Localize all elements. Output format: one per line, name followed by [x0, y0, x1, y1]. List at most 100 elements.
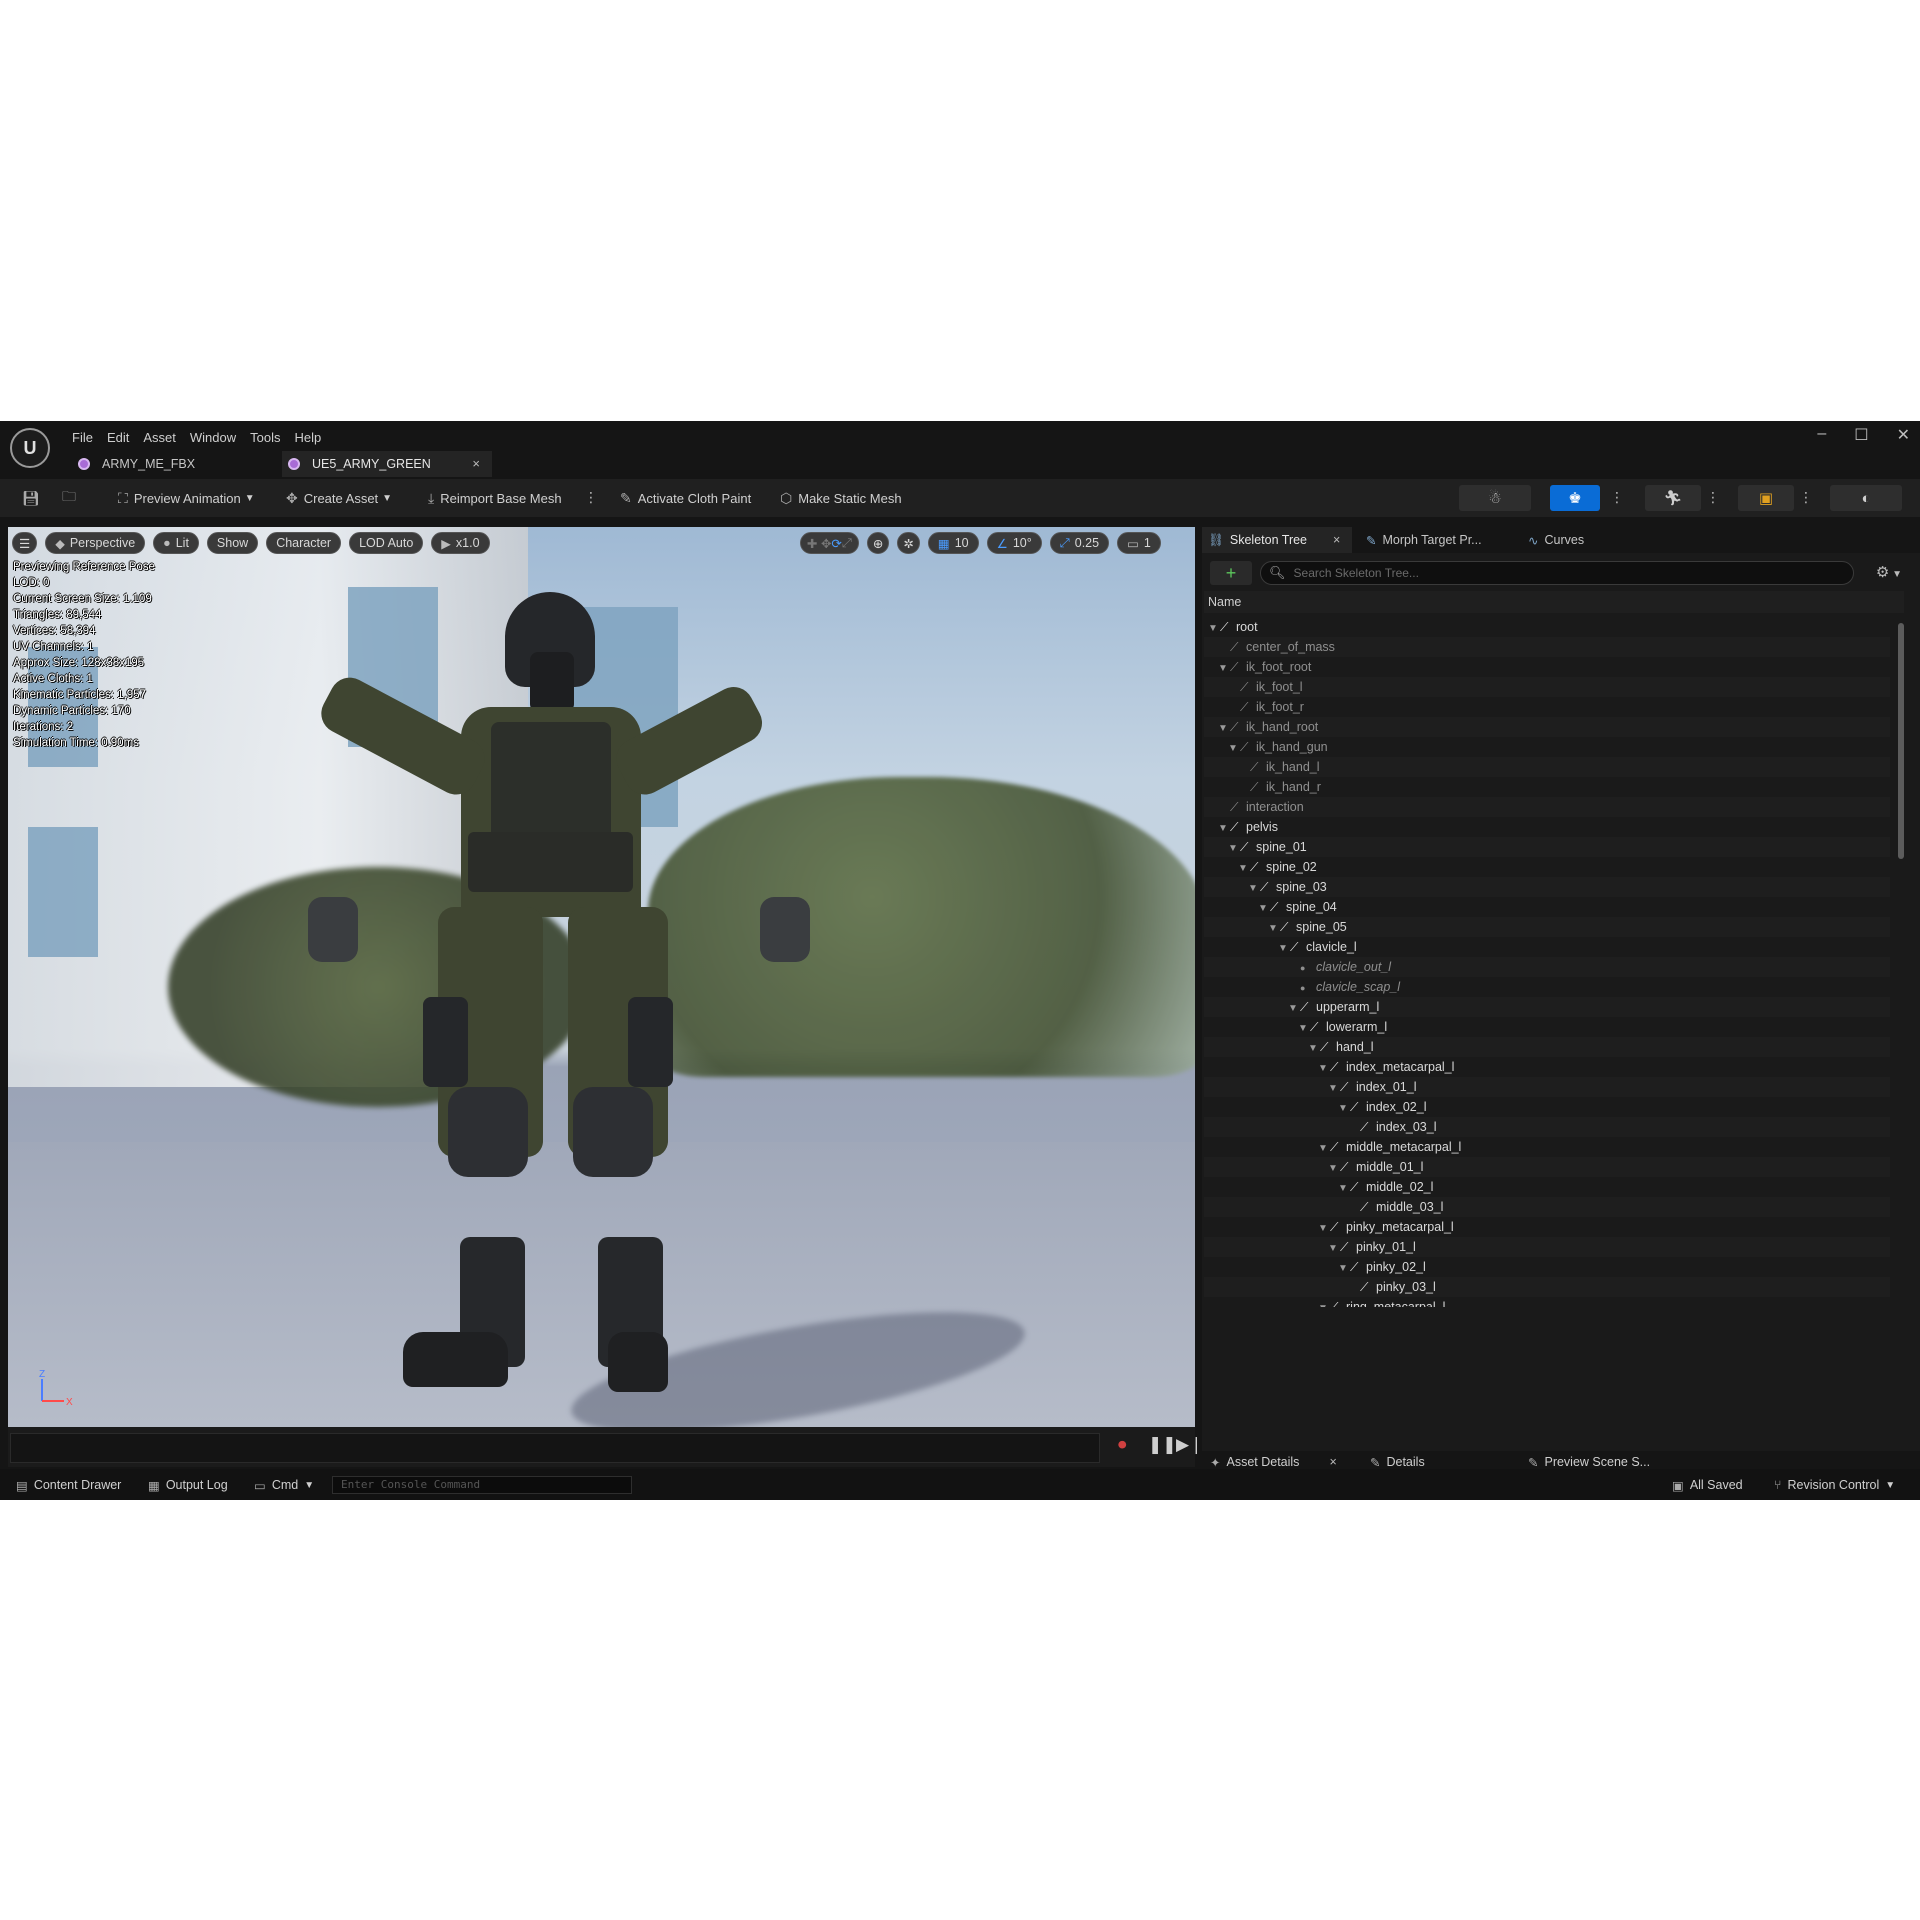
blueprint-mode-button[interactable]: ▣: [1738, 485, 1794, 511]
browse-button[interactable]: 🗀︎: [62, 487, 82, 509]
expand-arrow-icon[interactable]: ▼: [1328, 1239, 1340, 1259]
more-options-icon[interactable]: ⋮: [1799, 489, 1813, 506]
menu-help[interactable]: Help: [294, 427, 335, 449]
bone-row[interactable]: ▼ ⟋ spine_04: [1204, 897, 1890, 917]
close-tab-icon[interactable]: ×: [1329, 1455, 1336, 1469]
expand-arrow-icon[interactable]: ▼: [1308, 1039, 1320, 1059]
lit-button[interactable]: ● Lit: [153, 532, 199, 554]
playback-speed-button[interactable]: ▶ x1.0: [431, 532, 490, 554]
expand-arrow-icon[interactable]: ▼: [1248, 879, 1260, 899]
bone-row[interactable]: ▼ ⟋ middle_metacarpal_l: [1204, 1137, 1890, 1157]
bone-row[interactable]: ▼ ⟋ spine_03: [1204, 877, 1890, 897]
tab-morph-target[interactable]: ✎ Morph Target Pr...: [1366, 527, 1482, 553]
expand-arrow-icon[interactable]: ▼: [1338, 1259, 1350, 1279]
expand-arrow-icon[interactable]: ▼: [1258, 899, 1270, 919]
timeline-track[interactable]: [10, 1433, 1100, 1463]
expand-arrow-icon[interactable]: ▼: [1338, 1099, 1350, 1119]
bone-row[interactable]: ▼ ⟋ ik_hand_gun: [1204, 737, 1890, 757]
expand-arrow-icon[interactable]: ▼: [1328, 1079, 1340, 1099]
console-command-input[interactable]: Enter Console Command: [332, 1476, 632, 1494]
character-button[interactable]: Character: [266, 532, 342, 554]
bone-row[interactable]: ▼ ⟋ middle_01_l: [1204, 1157, 1890, 1177]
camera-speed-button[interactable]: ▭ 1: [1117, 532, 1161, 554]
search-skeleton-input[interactable]: 🔍︎ Search Skeleton Tree...: [1260, 561, 1854, 585]
expand-arrow-icon[interactable]: ▼: [1328, 1159, 1340, 1179]
settings-button[interactable]: ⚙ ▼: [1876, 563, 1902, 581]
output-log-button[interactable]: ▦ Output Log: [148, 1475, 228, 1495]
menu-window[interactable]: Window: [190, 427, 250, 449]
close-tab-icon[interactable]: ×: [472, 456, 480, 471]
close-tab-icon[interactable]: ×: [1333, 533, 1340, 547]
bone-row[interactable]: ▼ ⟋ ik_hand_root: [1204, 717, 1890, 737]
revision-control-button[interactable]: ⑂ Revision Control ▼: [1774, 1475, 1895, 1495]
menu-asset[interactable]: Asset: [143, 427, 190, 449]
bone-row[interactable]: ⟋ center_of_mass: [1204, 637, 1890, 657]
unreal-logo-icon[interactable]: U: [10, 428, 50, 468]
rotation-snap-button[interactable]: ∠ 10°: [986, 532, 1042, 554]
minimize-icon[interactable]: –: [1817, 425, 1826, 445]
bone-row[interactable]: ⟋ pinky_03_l: [1204, 1277, 1890, 1297]
preview-animation-button[interactable]: ⛶ Preview Animation ▼: [118, 487, 255, 509]
scale-snap-button[interactable]: ⤢ 0.25: [1049, 532, 1110, 554]
bone-row[interactable]: ⟋ ik_foot_r: [1204, 697, 1890, 717]
bone-row[interactable]: ▼ ⟋ pinky_01_l: [1204, 1237, 1890, 1257]
bone-row[interactable]: ▼ ⟋ pelvis: [1204, 817, 1890, 837]
expand-arrow-icon[interactable]: ▼: [1228, 739, 1240, 759]
bone-row[interactable]: ▼ ⟋ hand_l: [1204, 1037, 1890, 1057]
menu-tools[interactable]: Tools: [250, 427, 294, 449]
expand-arrow-icon[interactable]: ▼: [1228, 839, 1240, 859]
bone-row[interactable]: ⟋ ik_hand_r: [1204, 777, 1890, 797]
add-button[interactable]: +: [1210, 561, 1252, 585]
coordinate-space-button[interactable]: ⊕: [866, 532, 890, 554]
expand-arrow-icon[interactable]: ▼: [1268, 919, 1280, 939]
bone-row[interactable]: ▼ ⟋ index_01_l: [1204, 1077, 1890, 1097]
tab-skeleton-tree[interactable]: ⛓ Skeleton Tree ×: [1202, 527, 1353, 553]
menu-file[interactable]: File: [72, 427, 107, 449]
pause-icon[interactable]: ❚❚: [1148, 1435, 1177, 1455]
expand-arrow-icon[interactable]: ▼: [1318, 1139, 1330, 1159]
expand-arrow-icon[interactable]: ▼: [1218, 659, 1230, 679]
tree-column-header[interactable]: Name: [1204, 591, 1904, 613]
record-icon[interactable]: ⏺: [1118, 1435, 1127, 1455]
grid-snap-button[interactable]: ▦ 10: [927, 532, 979, 554]
socket-row[interactable]: ● clavicle_out_l: [1204, 957, 1890, 977]
expand-arrow-icon[interactable]: ▼: [1218, 819, 1230, 839]
expand-arrow-icon[interactable]: ▼: [1318, 1059, 1330, 1079]
mesh-mode-button[interactable]: ♚: [1550, 485, 1600, 511]
bone-row[interactable]: ▼ ⟋ spine_01: [1204, 837, 1890, 857]
perspective-button[interactable]: ◆ Perspective: [45, 532, 146, 554]
expand-arrow-icon[interactable]: ▼: [1288, 999, 1300, 1019]
bone-row[interactable]: ▼ ⟋ pinky_metacarpal_l: [1204, 1217, 1890, 1237]
viewport[interactable]: ☰ ◆ Perspective ● Lit Show Character LOD A…: [8, 527, 1195, 1427]
surface-snap-button[interactable]: ✲: [897, 532, 920, 554]
bone-row[interactable]: ▼ ⟋ index_02_l: [1204, 1097, 1890, 1117]
content-drawer-button[interactable]: ▤ Content Drawer: [16, 1475, 121, 1495]
expand-arrow-icon[interactable]: ▼: [1298, 1019, 1310, 1039]
bone-row[interactable]: ▼ ⟋ root: [1204, 617, 1890, 637]
bone-row[interactable]: ▼ ⟋ pinky_02_l: [1204, 1257, 1890, 1277]
more-options-icon[interactable]: ⋮: [1706, 489, 1720, 506]
expand-arrow-icon[interactable]: ▼: [1318, 1219, 1330, 1239]
make-static-mesh-button[interactable]: ⬡ Make Static Mesh: [780, 487, 902, 509]
save-button[interactable]: 💾︎: [22, 487, 46, 509]
expand-arrow-icon[interactable]: ▼: [1278, 939, 1290, 959]
bone-row[interactable]: ▼ ⟋ clavicle_l: [1204, 937, 1890, 957]
bone-row[interactable]: ▼ ⟋ ik_foot_root: [1204, 657, 1890, 677]
expand-arrow-icon[interactable]: ▼: [1208, 619, 1220, 639]
transform-tools[interactable]: ✚ ✥ ⟳ ⤢: [800, 532, 859, 554]
more-options-icon[interactable]: ⋮: [1610, 489, 1624, 506]
bone-row[interactable]: ⟋ ik_hand_l: [1204, 757, 1890, 777]
scrollbar[interactable]: [1898, 623, 1904, 859]
bone-row[interactable]: ⟋ middle_03_l: [1204, 1197, 1890, 1217]
expand-arrow-icon[interactable]: ▼: [1218, 719, 1230, 739]
bone-row[interactable]: ▼ ⟋ spine_02: [1204, 857, 1890, 877]
lod-button[interactable]: LOD Auto: [349, 532, 424, 554]
step-forward-icon[interactable]: ▶❘: [1176, 1435, 1203, 1455]
expand-arrow-icon[interactable]: ▼: [1338, 1179, 1350, 1199]
create-asset-button[interactable]: ✥ Create Asset ▼: [286, 487, 392, 509]
socket-row[interactable]: ● clavicle_scap_l: [1204, 977, 1890, 997]
bone-row[interactable]: ⟋ ik_foot_l: [1204, 677, 1890, 697]
skeleton-mode-button[interactable]: ☃: [1459, 485, 1531, 511]
bone-row[interactable]: ▼ ⟋ index_metacarpal_l: [1204, 1057, 1890, 1077]
close-window-icon[interactable]: ✕: [1897, 425, 1910, 445]
